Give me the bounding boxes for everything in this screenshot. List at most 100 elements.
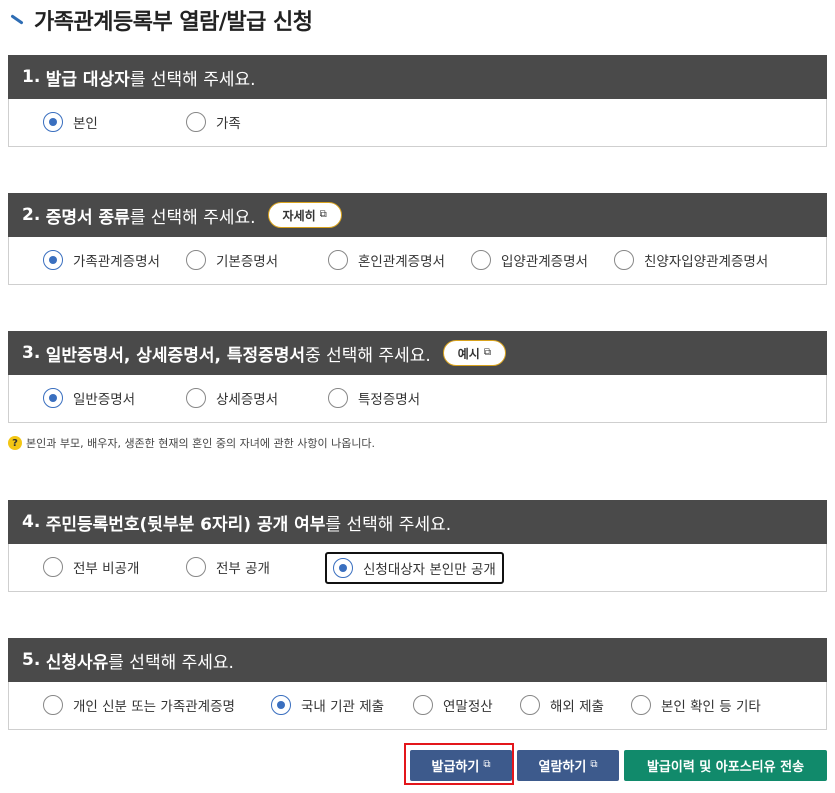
external-link-icon: ⧉ xyxy=(483,346,491,358)
section-title-rest: 중 선택해 주세요. xyxy=(305,345,431,366)
radio-label: 기본증명서 xyxy=(216,254,279,270)
external-link-icon: ⧉ xyxy=(483,759,491,770)
radio-label: 일반증명서 xyxy=(73,392,136,408)
radio-label: 개인 신분 또는 가족관계증명 xyxy=(73,699,235,715)
help-note-text: 본인과 부모, 배우자, 생존한 현재의 혼인 중의 자녀에 관한 사항이 나옵… xyxy=(26,437,376,450)
radio-all-public[interactable]: 전부 공개 xyxy=(186,554,270,580)
section-header: 4. 주민등록번호(뒷부분 6자리) 공개 여부 를 선택해 주세요. xyxy=(8,500,827,544)
radio-button[interactable] xyxy=(614,250,634,270)
section-number: 3. xyxy=(22,343,41,363)
radio-basic-cert[interactable]: 기본증명서 xyxy=(186,247,278,273)
option-row: 일반증명서 상세증명서 특정증명서 xyxy=(8,375,827,423)
radio-button[interactable] xyxy=(43,557,63,577)
radio-family-relation-cert[interactable]: 가족관계증명서 xyxy=(43,247,160,273)
radio-year-end-tax[interactable]: 연말정산 xyxy=(413,692,493,718)
radio-self[interactable]: 본인 xyxy=(43,109,98,135)
section-header: 1. 발급 대상자 를 선택해 주세요. xyxy=(8,55,827,99)
radio-label: 전부 비공개 xyxy=(73,561,140,577)
section-resident-number: 4. 주민등록번호(뒷부분 6자리) 공개 여부 를 선택해 주세요. 전부 비공… xyxy=(8,500,827,592)
section-title-rest: 를 선택해 주세요. xyxy=(325,514,452,535)
radio-label: 해외 제출 xyxy=(550,699,604,715)
section-title-rest: 를 선택해 주세요. xyxy=(108,652,234,673)
radio-self-only-public[interactable]: 신청대상자 본인만 공개 xyxy=(325,552,504,584)
option-row: 가족관계증명서 기본증명서 혼인관계증명서 입양관계증명서 친양자입양관계증명서 xyxy=(8,237,827,285)
radio-specific-cert[interactable]: 특정증명서 xyxy=(328,385,420,411)
page-title: 가족관계등록부 열람/발급 신청 xyxy=(34,10,313,35)
help-note: ? 본인과 부모, 배우자, 생존한 현재의 혼인 중의 자녀에 관한 사항이 … xyxy=(8,435,375,451)
radio-label: 입양관계증명서 xyxy=(501,254,588,270)
radio-other[interactable]: 본인 확인 등 기타 xyxy=(631,692,761,718)
radio-label: 가족 xyxy=(216,116,241,132)
radio-domestic-submission[interactable]: 국내 기관 제출 xyxy=(271,692,384,718)
history-apostille-send-button[interactable]: 발급이력 및 아포스티유 전송 xyxy=(624,750,827,781)
option-row: 본인 가족 xyxy=(8,99,827,147)
section-number: 5. xyxy=(22,650,41,670)
radio-button-selected[interactable] xyxy=(43,112,63,132)
radio-overseas-submission[interactable]: 해외 제출 xyxy=(520,692,604,718)
radio-button[interactable] xyxy=(520,695,540,715)
section-number: 4. xyxy=(22,512,41,532)
title-mark-icon xyxy=(8,11,26,29)
section-title-bold: 신청사유 xyxy=(45,652,109,673)
radio-label: 상세증명서 xyxy=(216,392,279,408)
radio-button[interactable] xyxy=(186,388,206,408)
radio-label: 본인 확인 등 기타 xyxy=(661,699,761,715)
radio-general-cert[interactable]: 일반증명서 xyxy=(43,385,135,411)
section-certificate-detail: 3. 일반증명서, 상세증명서, 특정증명서 중 선택해 주세요. 예시 ⧉ 일반… xyxy=(8,331,827,423)
external-link-icon: ⧉ xyxy=(590,759,598,770)
radio-button[interactable] xyxy=(43,695,63,715)
section-title-bold: 일반증명서, 상세증명서, 특정증명서 xyxy=(45,345,306,366)
radio-label: 친양자입양관계증명서 xyxy=(644,254,769,270)
section-certificate-type: 2. 증명서 종류 를 선택해 주세요. 자세히 ⧉ 가족관계증명서 기본증명서 혼… xyxy=(8,193,827,285)
radio-label: 혼인관계증명서 xyxy=(358,254,445,270)
details-button[interactable]: 자세히 ⧉ xyxy=(267,202,342,228)
radio-label: 전부 공개 xyxy=(216,561,270,577)
section-header: 3. 일반증명서, 상세증명서, 특정증명서 중 선택해 주세요. 예시 ⧉ xyxy=(8,331,827,375)
radio-label: 가족관계증명서 xyxy=(73,254,160,270)
radio-label: 국내 기관 제출 xyxy=(301,699,385,715)
radio-button-selected[interactable] xyxy=(333,558,353,578)
section-number: 2. xyxy=(22,205,41,225)
radio-button[interactable] xyxy=(186,250,206,270)
section-number: 1. xyxy=(22,67,41,87)
radio-family[interactable]: 가족 xyxy=(186,109,241,135)
view-button-label: 열람하기 xyxy=(538,760,587,775)
radio-button-selected[interactable] xyxy=(43,250,63,270)
section-title-bold: 주민등록번호(뒷부분 6자리) 공개 여부 xyxy=(45,514,326,535)
radio-all-private[interactable]: 전부 비공개 xyxy=(43,554,139,580)
section-title-rest: 를 선택해 주세요. xyxy=(129,207,256,228)
section-title-bold: 증명서 종류 xyxy=(45,207,130,228)
example-button[interactable]: 예시 ⧉ xyxy=(442,340,506,366)
radio-button-selected[interactable] xyxy=(271,695,291,715)
radio-marriage-cert[interactable]: 혼인관계증명서 xyxy=(328,247,445,273)
option-row: 개인 신분 또는 가족관계증명 국내 기관 제출 연말정산 해외 제출 본인 확… xyxy=(8,682,827,730)
radio-button[interactable] xyxy=(631,695,651,715)
radio-adoption-cert[interactable]: 입양관계증명서 xyxy=(471,247,588,273)
question-icon: ? xyxy=(8,436,22,450)
details-button-label: 자세히 xyxy=(282,208,316,223)
view-button[interactable]: 열람하기 ⧉ xyxy=(517,750,619,781)
issue-button-label: 발급하기 xyxy=(431,760,480,775)
radio-detailed-cert[interactable]: 상세증명서 xyxy=(186,385,278,411)
radio-label: 연말정산 xyxy=(443,699,493,715)
section-header: 2. 증명서 종류 를 선택해 주세요. 자세히 ⧉ xyxy=(8,193,827,237)
radio-button-selected[interactable] xyxy=(43,388,63,408)
radio-button[interactable] xyxy=(471,250,491,270)
radio-full-adoption-cert[interactable]: 친양자입양관계증명서 xyxy=(614,247,768,273)
issue-button[interactable]: 발급하기 ⧉ xyxy=(410,750,512,781)
title-row: 가족관계등록부 열람/발급 신청 xyxy=(8,0,313,40)
send-button-label: 발급이력 및 아포스티유 전송 xyxy=(646,760,805,775)
radio-label: 특정증명서 xyxy=(358,392,421,408)
example-button-label: 예시 xyxy=(457,346,480,361)
section-header: 5. 신청사유 를 선택해 주세요. xyxy=(8,638,827,682)
external-link-icon: ⧉ xyxy=(319,208,327,220)
radio-button[interactable] xyxy=(328,250,348,270)
radio-button[interactable] xyxy=(328,388,348,408)
radio-identity-family[interactable]: 개인 신분 또는 가족관계증명 xyxy=(43,692,235,718)
radio-button[interactable] xyxy=(413,695,433,715)
radio-button[interactable] xyxy=(186,112,206,132)
section-title-rest: 를 선택해 주세요. xyxy=(129,69,256,90)
section-reason: 5. 신청사유 를 선택해 주세요. 개인 신분 또는 가족관계증명 국내 기관 … xyxy=(8,638,827,730)
section-title-bold: 발급 대상자 xyxy=(45,69,130,90)
radio-button[interactable] xyxy=(186,557,206,577)
